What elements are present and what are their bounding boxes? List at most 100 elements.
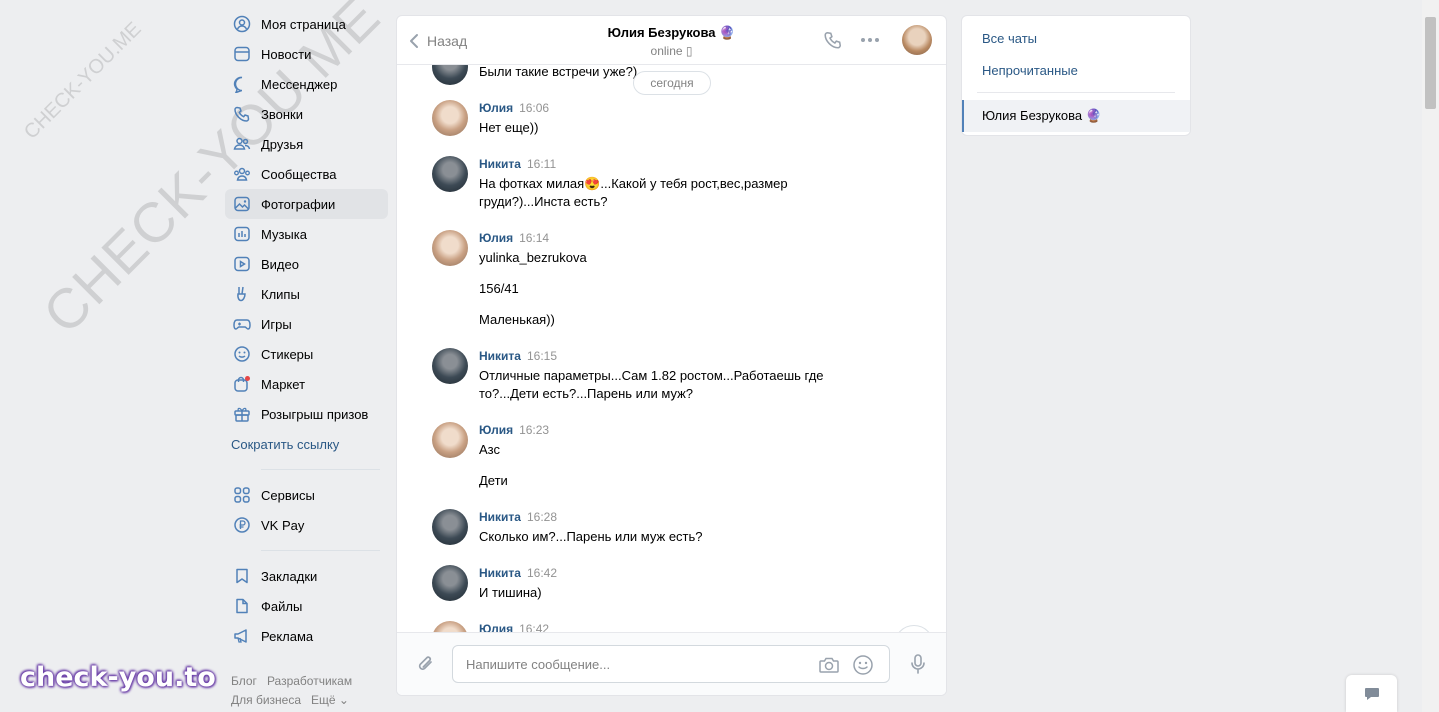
author-name[interactable]: Юлия [479,101,513,115]
quick-chat-button[interactable] [1346,675,1397,712]
vkpay-icon [233,516,251,534]
nav-label: Игры [261,316,292,332]
author-name[interactable]: Юлия [479,622,513,632]
left-nav: Моя страница Новости Мессенджер Звонки Д… [225,9,388,651]
chat-filter-panel: Все чаты Непрочитанные Юлия Безрукова 🔮 [961,15,1191,136]
author-name[interactable]: Никита [479,566,521,580]
avatar[interactable] [432,100,468,136]
author-name[interactable]: Никита [479,349,521,363]
footer-more-link[interactable]: Ещё ⌄ [311,693,349,707]
nav-item-files[interactable]: Файлы [225,591,388,621]
user-circle-icon [233,15,251,33]
nav-item-market[interactable]: Маркет [225,369,388,399]
nav-item-bookmarks[interactable]: Закладки [225,561,388,591]
message-head: Никита 16:42 [479,566,557,580]
megaphone-icon [233,627,251,645]
message-text: И тишина) [479,585,542,600]
author-name[interactable]: Никита [479,510,521,524]
message-history: Были такие встречи уже?) сегодня Юлия 16:… [397,65,946,632]
message-time: 16:15 [526,349,558,363]
active-chat-item[interactable]: Юлия Безрукова 🔮 [962,100,1190,132]
author-name[interactable]: Юлия [479,423,513,437]
nav-item-my-page[interactable]: Моя страница [225,9,388,39]
message-input[interactable] [466,646,806,682]
avatar[interactable] [432,565,468,601]
message-head: Никита 16:11 [479,157,556,171]
message-text: 156/41 [479,281,519,296]
music-icon [233,225,251,243]
services-icon [233,486,251,504]
microphone-icon [911,654,925,674]
footer-business-link[interactable]: Для бизнеса [231,693,301,707]
voice-message-button[interactable] [908,653,928,678]
panel-divider [977,92,1175,93]
smile-icon [853,655,873,675]
nav-item-friends[interactable]: Друзья [225,129,388,159]
message-time: 16:28 [526,510,558,524]
all-chats-link[interactable]: Все чаты [982,31,1037,46]
footer-developers-link[interactable]: Разработчикам [267,674,352,688]
market-icon [233,375,251,393]
nav-label: Мессенджер [261,76,338,92]
page-scrollbar[interactable] [1422,0,1439,712]
back-label: Назад [427,32,468,49]
nav-label: VK Pay [261,517,305,533]
nav-item-news[interactable]: Новости [225,39,388,69]
gift-icon [233,405,251,423]
nav-label: Друзья [261,136,304,152]
message-time: 16:06 [519,101,550,115]
author-name[interactable]: Юлия [479,231,513,245]
scroll-down-button[interactable] [894,625,934,632]
nav-item-messenger[interactable]: Мессенджер [225,69,388,99]
avatar[interactable] [432,509,468,545]
emoji-button[interactable] [852,654,874,676]
attach-button[interactable] [415,653,437,678]
avatar[interactable] [432,230,468,266]
avatar[interactable] [432,156,468,192]
avatar[interactable] [432,422,468,458]
nav-item-services[interactable]: Сервисы [225,480,388,510]
nav-item-photos[interactable]: Фотографии [225,189,388,219]
nav-divider [261,550,380,551]
scrollbar-thumb[interactable] [1425,17,1436,109]
communities-icon [233,165,251,183]
nav-item-communities[interactable]: Сообщества [225,159,388,189]
avatar [432,65,468,85]
footer-blog-link[interactable]: Блог [231,674,257,688]
phone-icon [824,31,842,49]
nav-item-vkpay[interactable]: VK Pay [225,510,388,540]
nav-item-ads[interactable]: Реклама [225,621,388,651]
call-button[interactable] [821,28,845,52]
avatar[interactable] [432,348,468,384]
nav-item-video[interactable]: Видео [225,249,388,279]
nav-item-clips[interactable]: Клипы [225,279,388,309]
message-head: Никита 16:15 [479,349,557,363]
shorten-link[interactable]: Сократить ссылку [225,429,388,459]
nav-item-giveaway[interactable]: Розыгрыш призов [225,399,388,429]
message-text: На фотках милая😍...Какой у тебя рост,вес… [479,176,788,209]
unread-chats-link[interactable]: Непрочитанные [982,63,1078,78]
nav-label: Фотографии [261,196,336,212]
phone-icon [233,105,251,123]
gamepad-icon [233,315,251,333]
nav-item-games[interactable]: Игры [225,309,388,339]
chat-bubble-icon [1364,687,1379,700]
message-text: Сколько им?...Парень или муж есть? [479,529,703,544]
nav-item-music[interactable]: Музыка [225,219,388,249]
message-text: yulinka_bezrukova [479,250,587,265]
message-time: 16:23 [519,423,550,437]
nav-item-stickers[interactable]: Стикеры [225,339,388,369]
peer-avatar[interactable] [902,25,932,55]
more-actions-button[interactable] [858,28,882,52]
bookmark-icon [233,567,251,585]
back-button[interactable]: Назад [409,16,467,65]
message-text: Маленькая)) [479,312,555,327]
camera-button[interactable] [818,654,840,676]
chevron-left-icon [410,33,418,48]
nav-label: Сообщества [261,166,337,182]
nav-label: Реклама [261,628,314,644]
avatar[interactable] [432,621,468,632]
nav-item-calls[interactable]: Звонки [225,99,388,129]
nav-label: Розыгрыш призов [261,406,369,422]
author-name[interactable]: Никита [479,157,521,171]
